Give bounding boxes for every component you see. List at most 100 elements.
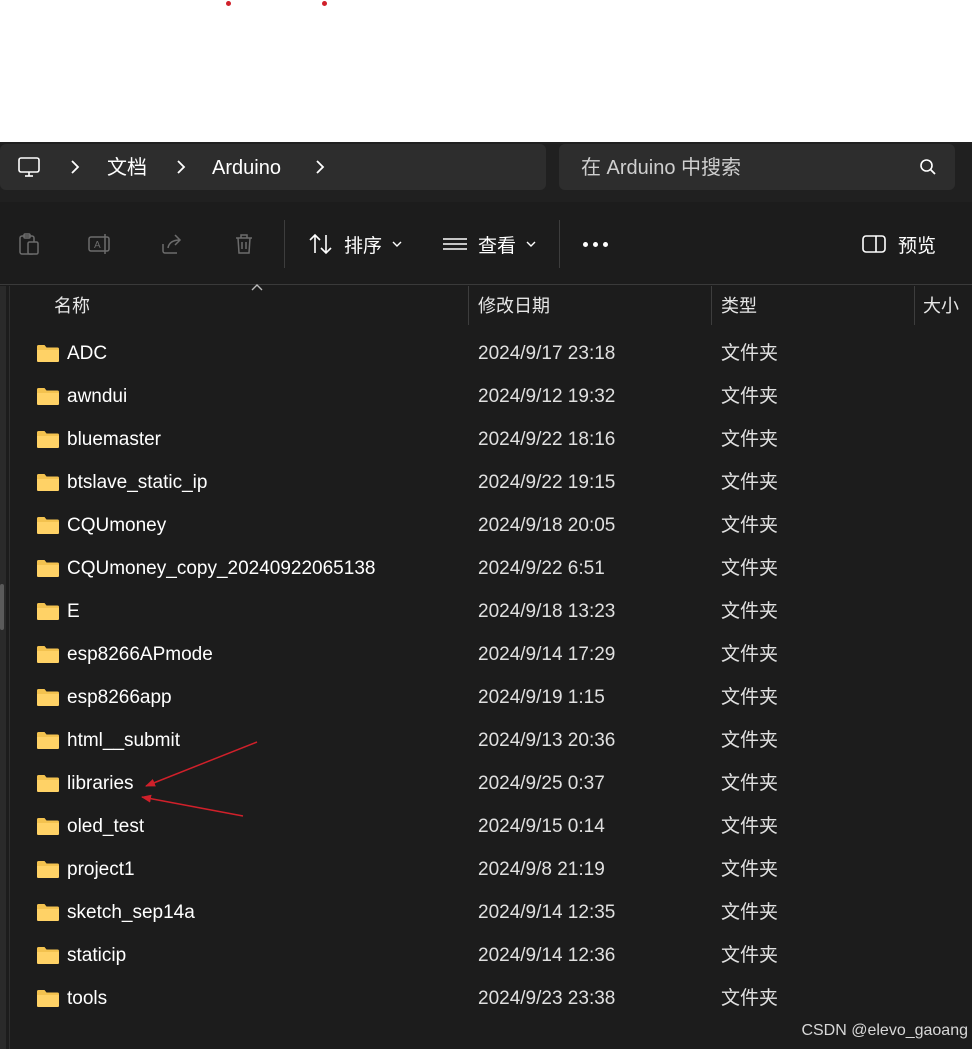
- nav-pane-scrollbar[interactable]: [0, 286, 6, 1049]
- folder-icon: [37, 990, 59, 1007]
- file-row[interactable]: awndui 2024/9/12 19:32 文件夹: [10, 375, 972, 418]
- column-header-type[interactable]: 类型: [721, 294, 757, 318]
- file-modified-date: 2024/9/13 20:36: [478, 730, 616, 751]
- file-name: project1: [67, 859, 135, 880]
- sort-ascending-icon: [251, 284, 263, 291]
- file-modified-date: 2024/9/8 21:19: [478, 859, 605, 880]
- svg-text:A: A: [94, 240, 101, 251]
- breadcrumb-arduino[interactable]: Arduino: [212, 156, 281, 180]
- file-row[interactable]: CQUmoney 2024/9/18 20:05 文件夹: [10, 504, 972, 547]
- folder-icon: [37, 904, 59, 921]
- file-name: esp8266app: [67, 687, 172, 708]
- file-type: 文件夹: [721, 429, 779, 450]
- file-modified-date: 2024/9/14 12:36: [478, 945, 616, 966]
- file-name: btslave_static_ip: [67, 472, 208, 493]
- sort-icon: [309, 233, 332, 255]
- file-modified-date: 2024/9/22 6:51: [478, 558, 605, 579]
- search-input[interactable]: 在 Arduino 中搜索: [581, 156, 741, 180]
- command-bar: A 排序 查看 预览: [0, 202, 972, 285]
- share-icon[interactable]: [160, 232, 184, 256]
- file-modified-date: 2024/9/14 17:29: [478, 644, 616, 665]
- file-type: 文件夹: [721, 859, 779, 880]
- clipboard-icon[interactable]: [16, 232, 40, 256]
- file-row[interactable]: staticip 2024/9/14 12:36 文件夹: [10, 934, 972, 977]
- file-modified-date: 2024/9/12 19:32: [478, 386, 616, 407]
- file-explorer-window: 文档 Arduino 在 Arduino 中搜索 A 排序 查看 预览 名称 修…: [0, 142, 972, 1049]
- file-name: CQUmoney_copy_20240922065138: [67, 558, 376, 579]
- computer-icon[interactable]: [18, 156, 40, 178]
- folder-icon: [37, 861, 59, 878]
- delete-icon[interactable]: [232, 232, 256, 256]
- file-type: 文件夹: [721, 988, 779, 1009]
- address-bar[interactable]: 文档 Arduino: [0, 144, 546, 190]
- file-type: 文件夹: [721, 558, 779, 579]
- column-divider[interactable]: [711, 286, 712, 325]
- file-row[interactable]: CQUmoney_copy_20240922065138 2024/9/22 6:…: [10, 547, 972, 590]
- file-modified-date: 2024/9/22 18:16: [478, 429, 616, 450]
- chevron-down-icon: [526, 241, 536, 247]
- folder-icon: [37, 388, 59, 405]
- toolbar-divider: [284, 220, 285, 268]
- folder-icon: [37, 474, 59, 491]
- file-modified-date: 2024/9/14 12:35: [478, 902, 616, 923]
- folder-icon: [37, 603, 59, 620]
- folder-icon: [37, 775, 59, 792]
- file-row[interactable]: sketch_sep14a 2024/9/14 12:35 文件夹: [10, 891, 972, 934]
- column-header-row: 名称 修改日期 类型 大小: [0, 284, 972, 326]
- file-type: 文件夹: [721, 902, 779, 923]
- file-row[interactable]: html__submit 2024/9/13 20:36 文件夹: [10, 719, 972, 762]
- file-type: 文件夹: [721, 945, 779, 966]
- sort-button[interactable]: 排序: [308, 230, 412, 258]
- file-name: sketch_sep14a: [67, 902, 195, 923]
- file-name: tools: [67, 988, 108, 1009]
- rename-icon[interactable]: A: [88, 232, 112, 256]
- chevron-right-icon[interactable]: [313, 158, 327, 176]
- file-name: CQUmoney: [67, 515, 167, 536]
- sort-label: 排序: [344, 235, 383, 257]
- column-divider[interactable]: [914, 286, 915, 325]
- preview-button[interactable]: 预览: [862, 230, 936, 258]
- file-name: awndui: [67, 386, 128, 407]
- folder-icon: [37, 689, 59, 706]
- chevron-right-icon[interactable]: [68, 158, 82, 176]
- chevron-down-icon: [392, 241, 402, 247]
- annotation-dot: [322, 1, 327, 6]
- file-row[interactable]: btslave_static_ip 2024/9/22 19:15 文件夹: [10, 461, 972, 504]
- column-header-modified[interactable]: 修改日期: [478, 294, 550, 318]
- file-row[interactable]: oled_test 2024/9/15 0:14 文件夹: [10, 805, 972, 848]
- file-type: 文件夹: [721, 773, 779, 794]
- file-type: 文件夹: [721, 816, 779, 837]
- file-row[interactable]: project1 2024/9/8 21:19 文件夹: [10, 848, 972, 891]
- file-name: bluemaster: [67, 429, 161, 450]
- file-name: ADC: [67, 343, 108, 364]
- file-row[interactable]: E 2024/9/18 13:23 文件夹: [10, 590, 972, 633]
- file-modified-date: 2024/9/19 1:15: [478, 687, 605, 708]
- file-type: 文件夹: [721, 687, 779, 708]
- preview-pane-icon: [862, 235, 886, 253]
- file-row[interactable]: libraries 2024/9/25 0:37 文件夹: [10, 762, 972, 805]
- file-row[interactable]: bluemaster 2024/9/22 18:16 文件夹: [10, 418, 972, 461]
- file-type: 文件夹: [721, 343, 779, 364]
- file-row[interactable]: tools 2024/9/23 23:38 文件夹: [10, 977, 972, 1020]
- file-type: 文件夹: [721, 472, 779, 493]
- file-modified-date: 2024/9/18 20:05: [478, 515, 616, 536]
- folder-icon: [37, 345, 59, 362]
- column-header-name[interactable]: 名称: [54, 294, 90, 318]
- breadcrumb-documents[interactable]: 文档: [107, 156, 147, 180]
- file-name: staticip: [67, 945, 127, 966]
- file-row[interactable]: ADC 2024/9/17 23:18 文件夹: [10, 332, 972, 375]
- chevron-right-icon[interactable]: [174, 158, 188, 176]
- watermark: CSDN @elevo_gaoang: [801, 1022, 968, 1039]
- file-type: 文件夹: [721, 386, 779, 407]
- search-box[interactable]: 在 Arduino 中搜索: [559, 144, 955, 190]
- column-header-size[interactable]: 大小: [923, 294, 959, 318]
- folder-icon: [37, 947, 59, 964]
- file-row[interactable]: esp8266app 2024/9/19 1:15 文件夹: [10, 676, 972, 719]
- file-row[interactable]: esp8266APmode 2024/9/14 17:29 文件夹: [10, 633, 972, 676]
- search-icon[interactable]: [919, 158, 937, 176]
- view-button[interactable]: 查看: [442, 230, 546, 258]
- file-type: 文件夹: [721, 730, 779, 751]
- more-icon[interactable]: [583, 242, 611, 248]
- column-divider[interactable]: [468, 286, 469, 325]
- file-type: 文件夹: [721, 644, 779, 665]
